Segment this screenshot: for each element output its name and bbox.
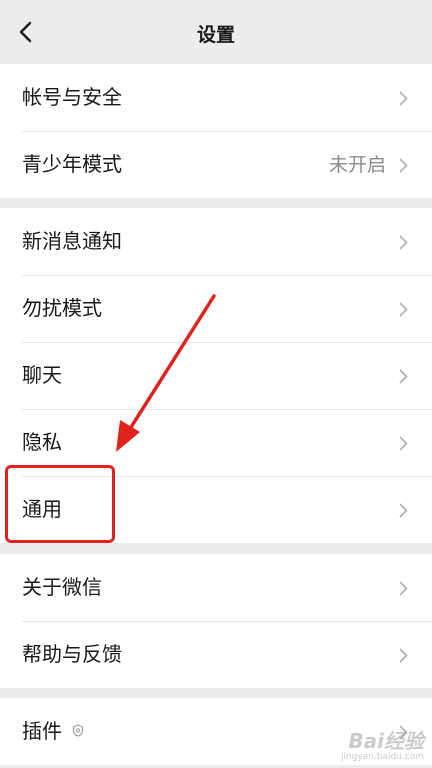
menu-item-label: 帮助与反馈 (22, 642, 122, 666)
settings-group-account: 帐号与安全 青少年模式 未开启 (0, 64, 432, 198)
menu-item-label: 通用 (22, 497, 62, 521)
menu-item-do-not-disturb[interactable]: 勿扰模式 (0, 275, 432, 342)
nav-bar: 设置 (0, 0, 432, 64)
menu-item-label-wrap: 插件 (22, 718, 84, 744)
menu-item-about-wechat[interactable]: 关于微信 (0, 554, 432, 621)
chevron-right-icon (399, 302, 408, 317)
chevron-right-icon (399, 369, 408, 384)
chevron-right-icon (399, 581, 408, 596)
settings-group-about: 关于微信 帮助与反馈 (0, 554, 432, 688)
menu-item-label: 帐号与安全 (22, 85, 122, 109)
settings-group-general: 新消息通知 勿扰模式 聊天 隐私 通用 (0, 208, 432, 543)
menu-item-label: 青少年模式 (22, 152, 122, 176)
menu-item-plugins[interactable]: 插件 (0, 698, 432, 765)
plugin-shield-icon (72, 724, 84, 737)
menu-item-notifications[interactable]: 新消息通知 (0, 208, 432, 275)
menu-item-label: 关于微信 (22, 575, 102, 599)
chevron-right-icon (399, 436, 408, 451)
menu-item-account-security[interactable]: 帐号与安全 (0, 64, 432, 131)
menu-item-help-feedback[interactable]: 帮助与反馈 (0, 621, 432, 688)
settings-group-plugins: 插件 (0, 698, 432, 765)
teen-mode-status: 未开启 (328, 154, 386, 176)
page-title: 设置 (196, 24, 235, 46)
menu-item-teen-mode[interactable]: 青少年模式 未开启 (0, 131, 432, 198)
chevron-right-icon (399, 503, 408, 518)
chevron-right-icon (399, 158, 408, 173)
menu-item-label: 聊天 (22, 363, 62, 387)
menu-item-chat[interactable]: 聊天 (0, 342, 432, 409)
chevron-right-icon (399, 235, 408, 250)
chevron-right-icon (399, 725, 408, 740)
menu-item-label: 新消息通知 (22, 229, 122, 253)
menu-item-privacy[interactable]: 隐私 (0, 409, 432, 476)
menu-item-label: 插件 (22, 719, 62, 743)
chevron-right-icon (399, 648, 408, 663)
chevron-right-icon (399, 91, 408, 106)
menu-item-general[interactable]: 通用 (0, 476, 432, 543)
menu-item-label: 隐私 (22, 430, 62, 454)
menu-item-label: 勿扰模式 (22, 296, 102, 320)
